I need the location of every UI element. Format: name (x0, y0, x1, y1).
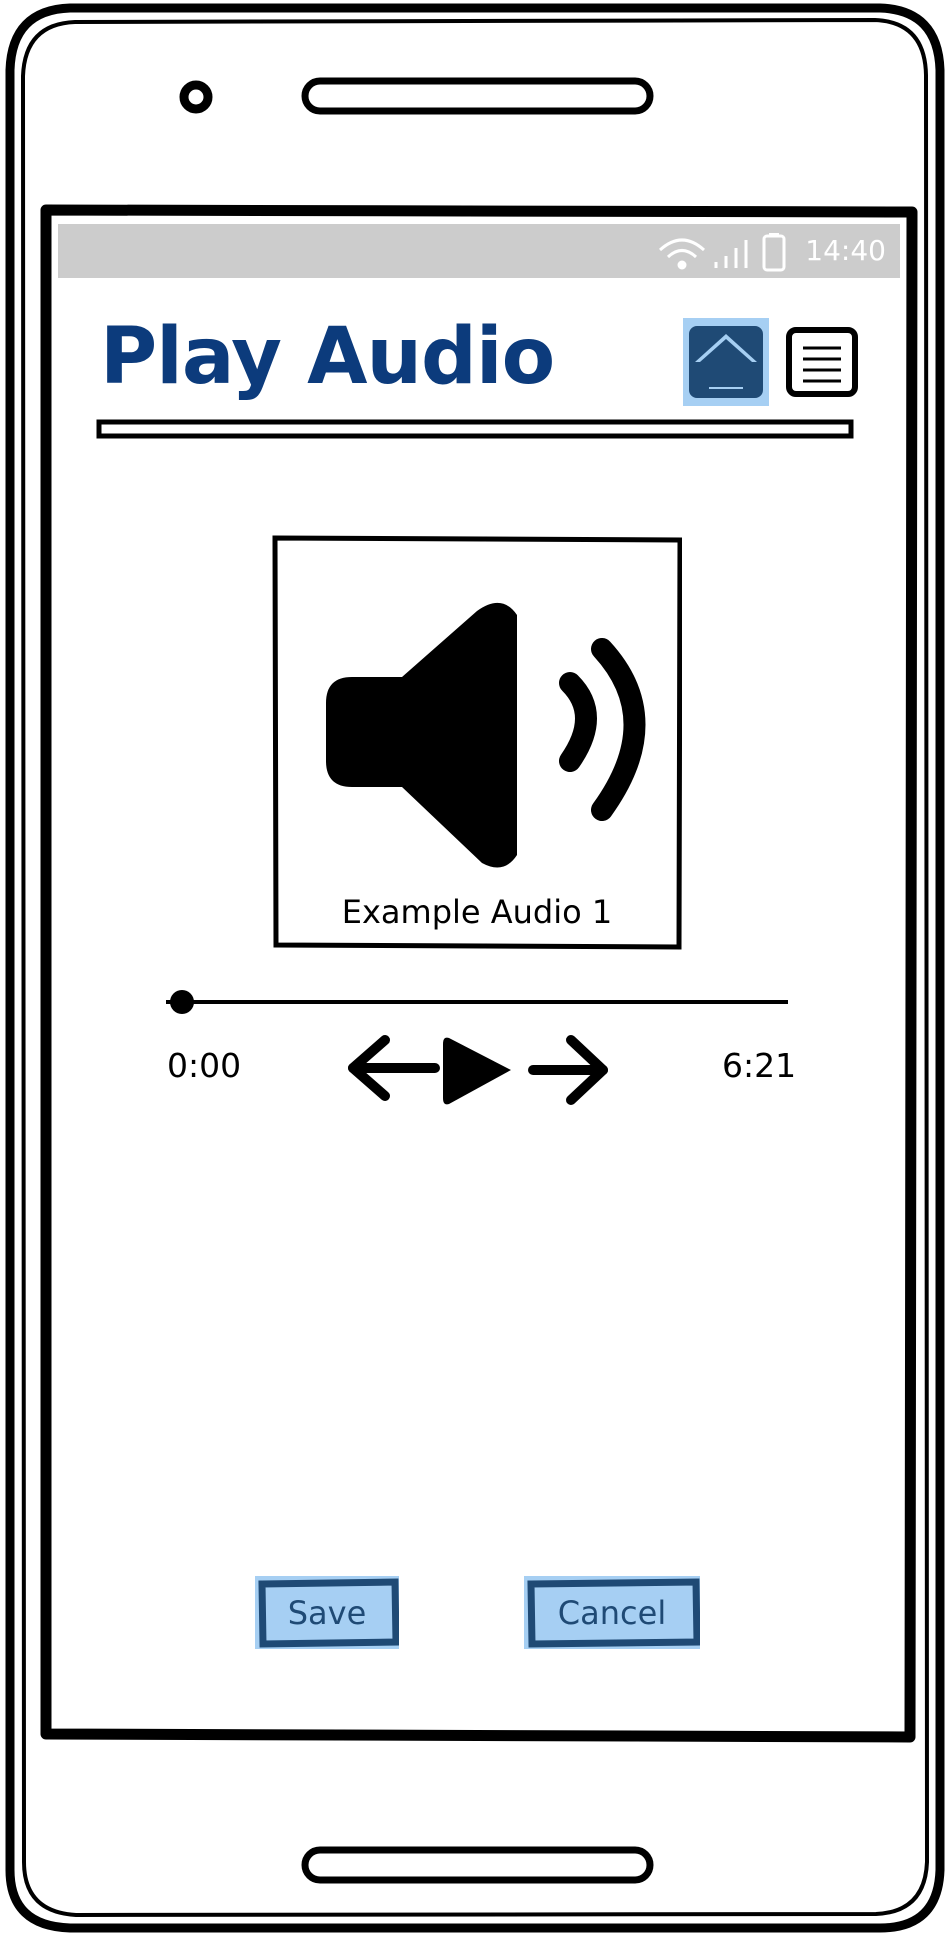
save-button-label: Save (287, 1593, 367, 1632)
cancel-button[interactable]: Cancel (524, 1576, 700, 1649)
media-card-frame (272, 535, 683, 950)
progress-slider[interactable] (160, 982, 800, 1022)
menu-button[interactable] (785, 326, 859, 398)
transport-controls (348, 1035, 608, 1105)
home-slot (301, 1846, 654, 1884)
previous-icon[interactable] (348, 1035, 440, 1101)
home-button[interactable] (683, 318, 769, 406)
save-button[interactable]: Save (255, 1576, 399, 1649)
phone-frame (5, 3, 945, 1933)
signal-icon (714, 240, 748, 268)
cancel-button-label: Cancel (557, 1593, 667, 1632)
total-time: 6:21 (722, 1046, 797, 1085)
next-icon[interactable] (528, 1035, 608, 1105)
media-caption: Example Audio 1 (341, 893, 613, 931)
current-time: 0:00 (167, 1046, 242, 1085)
menu-icon (786, 327, 858, 397)
wifi-icon (658, 238, 706, 270)
page-title: Play Audio (100, 312, 555, 402)
home-icon (689, 326, 763, 398)
header-divider (96, 419, 854, 439)
camera-dot (179, 80, 213, 114)
earpiece-slot (301, 77, 654, 115)
slider-thumb (170, 990, 194, 1014)
media-card (272, 535, 683, 950)
battery-icon (762, 233, 786, 272)
status-time: 14:40 (805, 234, 886, 267)
play-icon[interactable] (443, 1037, 511, 1105)
status-bar: 14:40 (58, 224, 900, 278)
